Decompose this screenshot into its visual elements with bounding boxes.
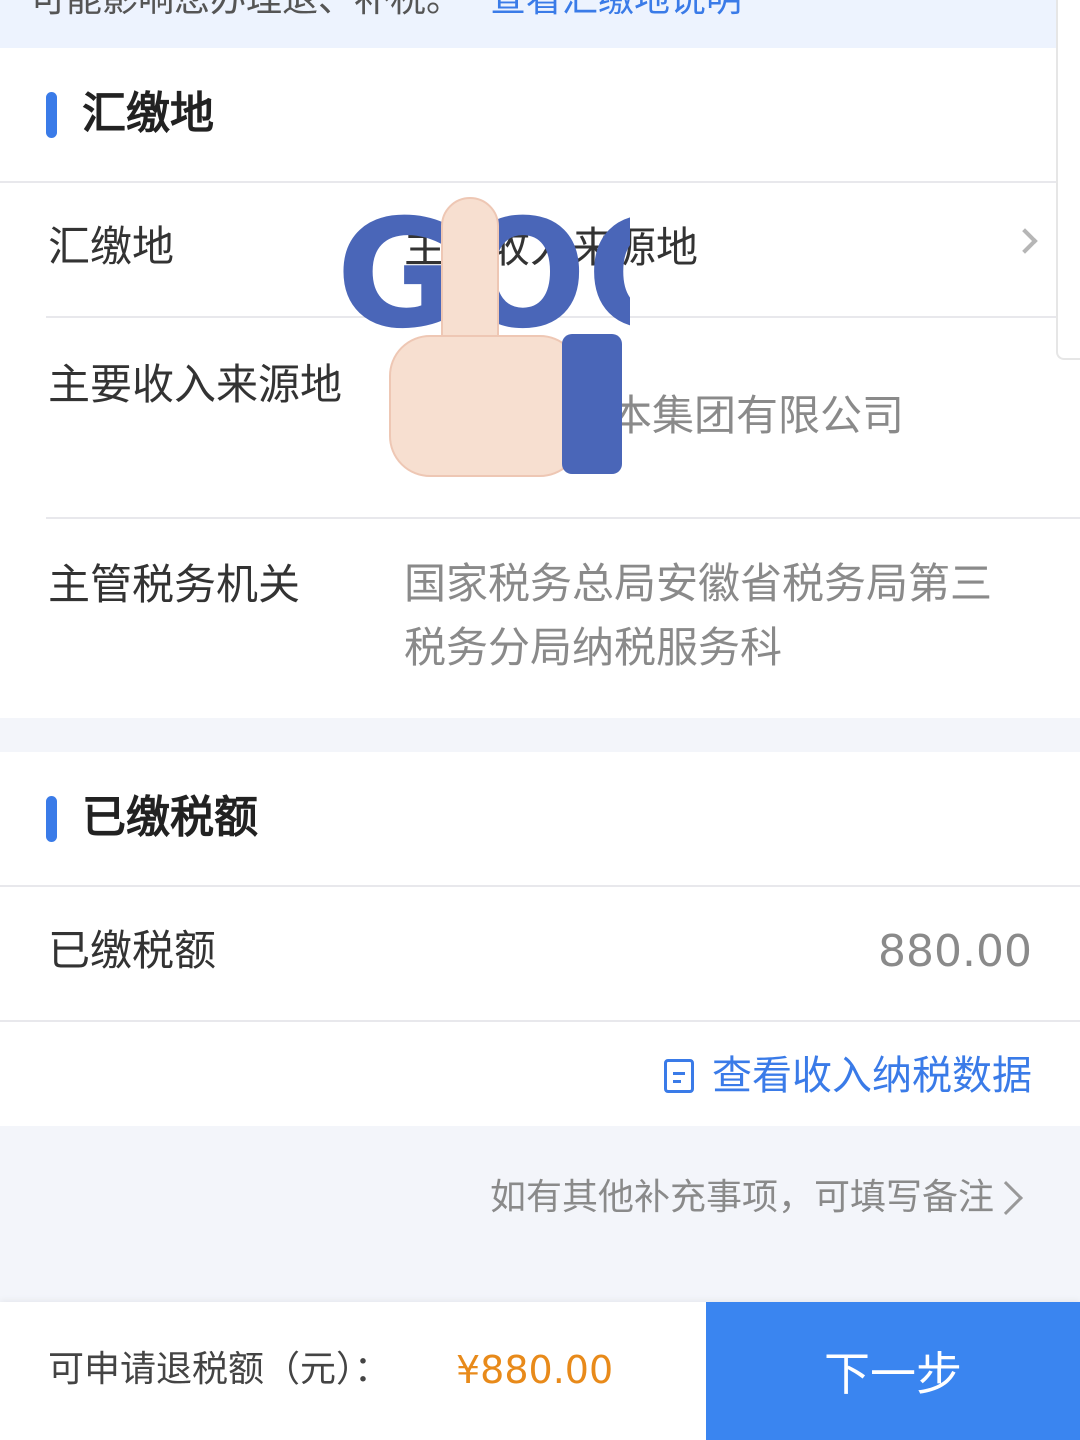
refund-amount: ¥880.00: [456, 1348, 614, 1392]
section-accent-bar: [46, 92, 57, 138]
row-value: 本集团有限公司: [610, 391, 905, 440]
divider: [0, 885, 1080, 887]
section-header-paid: 已缴税额: [0, 752, 1080, 886]
scrollbar[interactable]: [1056, 0, 1080, 360]
edit-icon: [664, 1059, 694, 1093]
view-tax-data-link[interactable]: 查看收入纳税数据: [664, 1046, 1032, 1106]
section-title: 汇缴地: [82, 88, 214, 139]
banner-link[interactable]: 查看汇缴地说明: [490, 0, 742, 20]
divider: [0, 181, 1080, 183]
row-value: 国家税务总局安徽省税务局第三税务分局纳税服务科: [404, 559, 993, 672]
chevron-right-icon: [989, 1181, 1023, 1215]
divider: [46, 517, 1080, 519]
row-label: 汇缴地: [48, 222, 175, 271]
row-label: 主要收入来源地: [48, 360, 343, 409]
section-header-remit: 汇缴地: [0, 48, 1080, 182]
banner-text: 可能影响您办理退、补税。查看汇缴地说明: [30, 0, 742, 30]
remark-link[interactable]: 如有其他补充事项，可填写备注: [490, 1168, 994, 1228]
footer-bar: 可申请退税额（元）： ¥880.00 下一步: [0, 1302, 1080, 1440]
row-label: 主管税务机关: [48, 560, 301, 609]
refund-label: 可申请退税额（元）：: [48, 1349, 391, 1390]
top-banner: 可能影响您办理退、补税。查看汇缴地说明: [0, 0, 1080, 48]
next-step-button[interactable]: 下一步: [706, 1302, 1080, 1440]
divider: [0, 1020, 1080, 1022]
row-label: 已缴税额: [48, 926, 217, 975]
thumbs-up-sticker: GOOD: [336, 188, 630, 477]
section-title: 已缴税额: [82, 792, 258, 843]
section-accent-bar: [46, 796, 57, 842]
paid-tax-amount: 880.00: [878, 926, 1032, 977]
